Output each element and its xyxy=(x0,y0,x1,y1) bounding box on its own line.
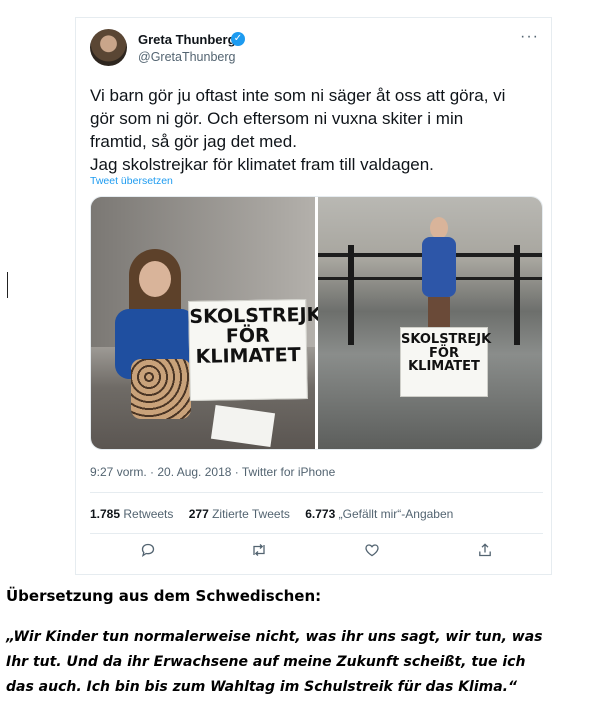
translate-tweet-link[interactable]: Tweet übersetzen xyxy=(90,175,173,187)
retweet-icon[interactable] xyxy=(248,542,270,564)
tweet-text: Vi barn gör ju oftast inte som ni säger … xyxy=(90,84,545,176)
sign-line: SKOLSTREJK xyxy=(401,332,492,347)
tweet-stats: 1.785 Retweets 277 Zitierte Tweets 6.773… xyxy=(90,507,465,521)
tweet-text-line: framtid, så gör jag det med. xyxy=(90,132,297,151)
tweet-media[interactable]: SKOLSTREJK FÖR KLIMATET SKOLSTREJK FÖR K… xyxy=(90,196,543,450)
text-cursor xyxy=(7,272,8,298)
avatar[interactable] xyxy=(90,29,127,66)
divider xyxy=(90,533,543,534)
share-icon[interactable] xyxy=(474,542,496,564)
railing-post xyxy=(348,245,354,345)
railing-post xyxy=(514,245,520,345)
retweets-label: Retweets xyxy=(120,507,174,521)
sitting-girl-figure xyxy=(115,249,195,429)
translation-line: „Wir Kinder tun normalerweise nicht, was… xyxy=(6,629,543,645)
retweets-count: 1.785 xyxy=(90,507,121,521)
quotes-stat[interactable]: 277 Zitierte Tweets xyxy=(189,507,290,521)
tweet-card[interactable]: Greta Thunberg ✓ @GretaThunberg ··· Vi b… xyxy=(75,17,552,575)
translation-heading: Übersetzung aus dem Schwedischen: xyxy=(6,587,322,605)
user-handle[interactable]: @GretaThunberg xyxy=(138,50,235,64)
display-name[interactable]: Greta Thunberg xyxy=(138,32,236,47)
tweet-text-line: gör som ni gör. Och eftersom ni vuxna sk… xyxy=(90,109,464,128)
photo-right[interactable]: SKOLSTREJK FÖR KLIMATET xyxy=(318,197,542,449)
translation-line: das auch. Ich bin bis zum Wahltag im Sch… xyxy=(6,679,518,695)
sign-line: KLIMATET xyxy=(408,359,480,375)
photo-left[interactable]: SKOLSTREJK FÖR KLIMATET xyxy=(91,197,321,449)
protest-sign-left: SKOLSTREJK FÖR KLIMATET xyxy=(188,298,321,402)
likes-label: „Gefällt mir“-Angaben xyxy=(335,507,454,521)
likes-count: 6.773 xyxy=(305,507,336,521)
tweet-actions xyxy=(90,538,543,568)
tweet-text-line: Jag skolstrejkar för klimatet fram till … xyxy=(90,155,434,174)
flyer-paper xyxy=(210,404,276,448)
quotes-label: Zitierte Tweets xyxy=(208,507,290,521)
standing-girl-figure xyxy=(416,217,462,335)
sign-line: FÖR xyxy=(429,345,459,361)
translation-text: „Wir Kinder tun normalerweise nicht, was… xyxy=(6,625,611,700)
verified-badge-icon: ✓ xyxy=(231,32,245,46)
protest-sign-right: SKOLSTREJK FÖR KLIMATET xyxy=(400,327,492,397)
divider xyxy=(90,492,543,493)
like-icon[interactable] xyxy=(361,542,383,564)
tweet-timestamp[interactable]: 9:27 vorm. · 20. Aug. 2018 · Twitter for… xyxy=(90,465,335,479)
more-options-icon[interactable]: ··· xyxy=(520,28,539,46)
likes-stat[interactable]: 6.773 „Gefällt mir“-Angaben xyxy=(305,507,453,521)
retweets-stat[interactable]: 1.785 Retweets xyxy=(90,507,173,521)
sign-line: KLIMATET xyxy=(195,343,301,368)
translation-line: Ihr tut. Und da ihr Erwachsene auf meine… xyxy=(6,654,526,670)
quotes-count: 277 xyxy=(188,507,209,521)
tweet-text-line: Vi barn gör ju oftast inte som ni säger … xyxy=(90,86,506,105)
reply-icon[interactable] xyxy=(137,542,159,564)
